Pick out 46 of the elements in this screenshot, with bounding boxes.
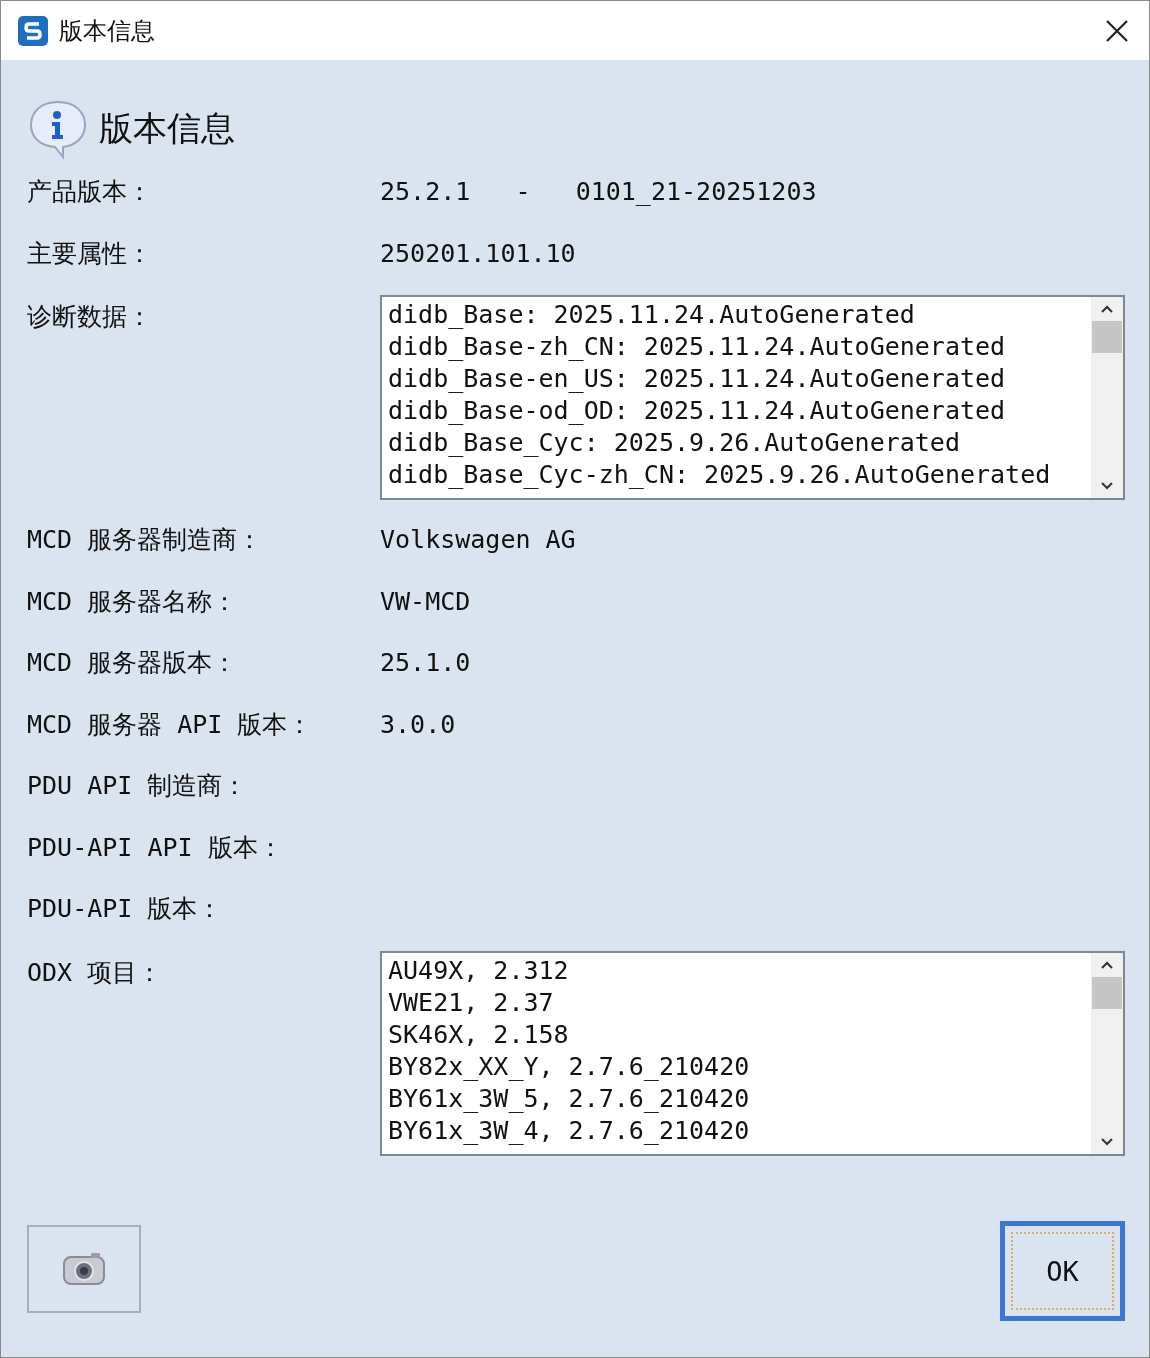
list-line: BY61x_3W_4, 2.7.6_210420 [388, 1114, 751, 1147]
list-line: didb_Base-od_OD: 2025.11.24.AutoGenerated [388, 395, 1007, 427]
app-icon [17, 14, 49, 47]
scroll-down-icon[interactable] [1099, 1135, 1115, 1148]
list-line: BY82x_XX_Y, 2.7.6_210420 [388, 1050, 751, 1083]
ok-button[interactable]: OK [1000, 1221, 1125, 1321]
camera-button[interactable] [27, 1225, 141, 1313]
dialog-heading: 版本信息 [99, 107, 235, 150]
list-line: didb_Base-zh_CN: 2025.11.24.AutoGenerated [388, 331, 1007, 363]
list-line: didb_Base: 2025.11.24.AutoGenerated [388, 299, 916, 331]
camera-icon [61, 1251, 107, 1287]
field-label: MCD 服务器版本： [27, 647, 239, 679]
field-label: ODX 项目： [27, 956, 164, 989]
info-icon [27, 98, 89, 160]
scroll-thumb[interactable] [1092, 321, 1122, 353]
field-value: 25.2.1 - 0101_21-20251203 [380, 176, 818, 208]
scroll-thumb[interactable] [1092, 976, 1122, 1009]
field-label: MCD 服务器 API 版本： [27, 708, 314, 741]
text-list-box[interactable] [380, 295, 1125, 500]
field-label: 产品版本： [27, 176, 153, 208]
list-line: didb_Base_Cyc: 2025.9.26.AutoGenerated [388, 427, 961, 459]
field-value: VW-MCD [380, 585, 472, 618]
field-label: PDU-API API 版本： [27, 831, 284, 864]
scroll-up-icon[interactable] [1099, 303, 1115, 315]
close-icon[interactable] [1105, 18, 1129, 43]
field-label: 诊断数据： [27, 301, 153, 333]
field-label: PDU-API 版本： [27, 893, 224, 925]
field-value: 25.1.0 [380, 647, 472, 679]
scrollbar[interactable] [1091, 952, 1123, 1154]
field-label: PDU API 制造商： [27, 770, 249, 802]
list-line: didb_Base-en_US: 2025.11.24.AutoGenerated [388, 363, 1007, 395]
list-line: BY61x_3W_5, 2.7.6_210420 [388, 1082, 751, 1115]
list-line: AU49X, 2.312 [388, 954, 570, 987]
field-value: Volkswagen AG [380, 524, 577, 556]
list-line: VWE21, 2.37 [388, 986, 555, 1019]
field-value: 250201.101.10 [380, 237, 577, 270]
window-title: 版本信息 [59, 15, 155, 47]
list-line: SK46X, 2.158 [388, 1018, 570, 1051]
field-value: 3.0.0 [380, 708, 457, 741]
text-list-box[interactable]: AU49X, 2.312 VWE21, 2.37 SK46X, 2.158 BY82x_XX_Y, 2.7.6_210420 BY61x_3W_5, 2.7.6_210420 BY61x_3W_4, 2.7.6_210420 [380, 950, 1125, 1156]
scrollbar[interactable] [1091, 297, 1123, 498]
scroll-down-icon[interactable] [1099, 480, 1115, 492]
list-line: didb_Base_Cyc-zh_CN: 2025.9.26.AutoGenerated [388, 459, 1052, 491]
field-label: MCD 服务器名称： [27, 585, 239, 618]
field-label: 主要属性： [27, 237, 153, 270]
field-label: MCD 服务器制造商： [27, 524, 264, 556]
